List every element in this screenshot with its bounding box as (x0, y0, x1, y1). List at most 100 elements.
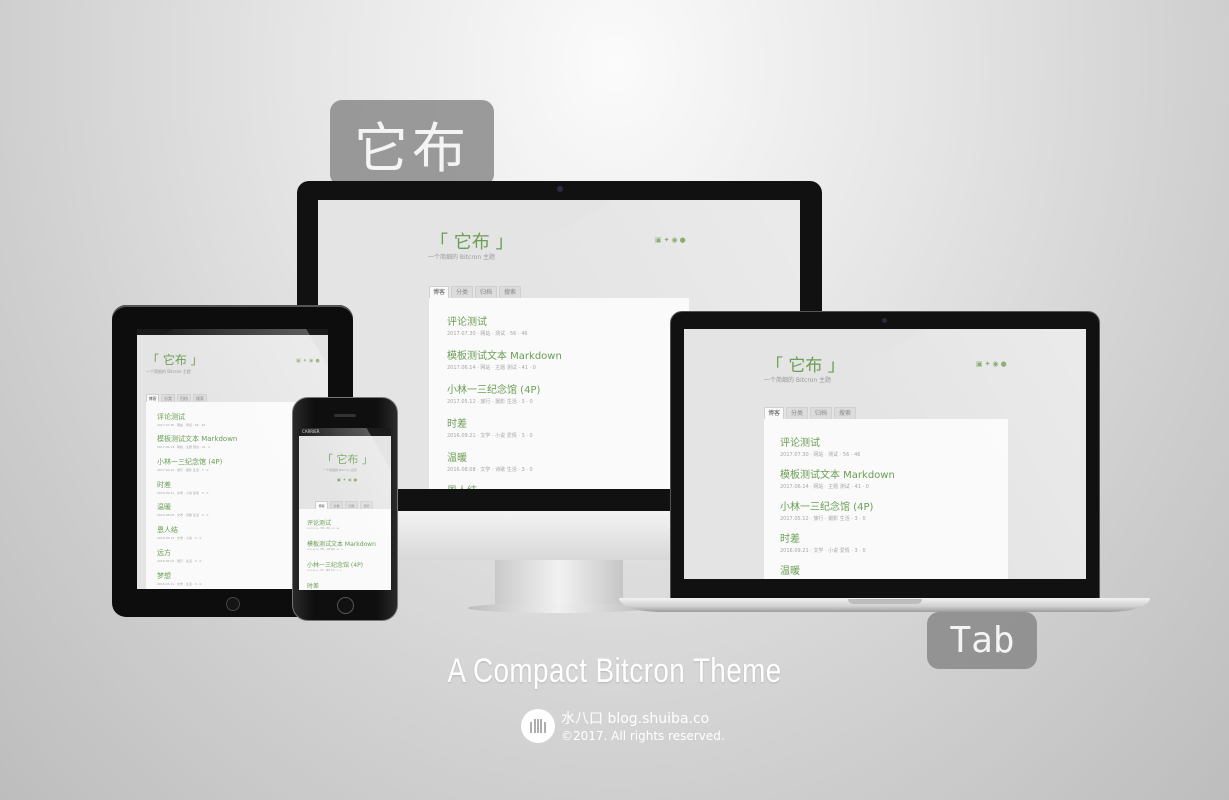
list-item[interactable]: 模板测试文本 Markdown 2017.06.14 · 网站 · 主题 测试 ·… (780, 466, 895, 490)
post-title[interactable]: 温暖 (157, 502, 208, 512)
github-icon[interactable]: ● (354, 477, 360, 482)
twitter-icon[interactable]: ✦ (664, 236, 672, 244)
weibo-icon[interactable]: ◉ (993, 360, 1001, 368)
social-links[interactable]: ▣✦◉● (976, 360, 1009, 368)
list-item[interactable]: 时差 2016.09.21 · 文学 · 小说 爱情 · 3 · 0 (447, 415, 533, 439)
tab-search[interactable]: 搜索 (499, 286, 521, 298)
post-title[interactable]: 小林一三纪念馆 (4P) (157, 457, 222, 467)
list-item[interactable]: 远方 2016.05.02 · 旅行 · 生活 · 3 · 0 (157, 548, 201, 563)
tab-blog[interactable]: 博客 (429, 286, 449, 298)
list-item[interactable]: 评论测试 2017.07.30 · 网站 · 测试 · 56 · 46 (447, 313, 527, 337)
post-title[interactable]: 模板测试文本 Markdown (447, 347, 562, 362)
github-icon[interactable]: ● (1001, 360, 1009, 368)
instagram-icon[interactable]: ▣ (296, 358, 303, 364)
tab-blog[interactable]: 博客 (764, 407, 784, 419)
list-item[interactable]: 评论测试 2017.07.30 · 网站 · 测试 · 56 · 46 (307, 518, 339, 530)
site-title[interactable]: 「 它布 」 (766, 351, 845, 376)
post-list: 评论测试 2017.07.30 · 网站 · 测试 · 56 · 46 模板测试文… (764, 419, 1008, 579)
post-title[interactable]: 恩人结 (157, 525, 201, 535)
tab-search[interactable]: 搜索 (193, 394, 207, 402)
post-meta: 2016.08.08 · 文学 · 诗歌 生活 · 3 · 0 (157, 513, 209, 517)
ipad-status-bar (137, 329, 328, 335)
post-title[interactable]: 评论测试 (447, 313, 527, 328)
tab-archive[interactable]: 归档 (345, 501, 358, 509)
list-item[interactable]: 梦想 2016.03.11 · 文学 · 生活 · 3 · 0 (157, 571, 201, 586)
list-item[interactable]: 恩人结 (447, 482, 477, 489)
twitter-icon[interactable]: ✦ (985, 360, 993, 368)
tab-blog[interactable]: 博客 (315, 501, 328, 509)
post-meta: 2017.05.12 · 旅行 · 摄影 生活 · 3 · 0 (307, 570, 342, 572)
tab-blog[interactable]: 博客 (146, 394, 159, 402)
post-list: 评论测试 2017.07.30 · 网站 · 测试 · 56 · 46 模板测试文… (299, 509, 391, 590)
imac-stand-base (468, 603, 648, 613)
site-title[interactable]: 「 它布 」 (430, 228, 513, 254)
post-title[interactable]: 评论测试 (307, 518, 339, 527)
list-item[interactable]: 温暖2016.08.08 · 文学 · 诗歌 生活 · 3 · 0 (447, 449, 533, 473)
list-item[interactable]: 模板测试文本 Markdown 2017.06.14 · 网站 · 主题 测试 ·… (157, 434, 237, 449)
list-item[interactable]: 评论测试 2017.07.30 · 网站 · 测试 · 56 · 46 (157, 412, 205, 427)
post-title[interactable]: 恩人结 (447, 482, 477, 489)
list-item[interactable]: 小林一三纪念馆 (4P) 2017.05.12 · 旅行 · 摄影 生活 · 3 … (447, 381, 540, 405)
post-title[interactable]: 模板测试文本 Markdown (780, 466, 895, 481)
instagram-icon[interactable]: ▣ (976, 360, 985, 368)
list-item[interactable]: 温暖2016.08.08 · 文学 · 诗歌 生活 · 3 · 0 (157, 502, 208, 517)
nav-tabs: 博客 分类 归档 搜索 (429, 286, 523, 298)
post-title[interactable]: 温暖 (447, 449, 533, 464)
list-item[interactable]: 小林一三纪念馆 (4P) 2017.05.12 · 旅行 · 摄影 生活 · 3 … (307, 560, 363, 572)
post-title[interactable]: 时差 (780, 530, 866, 545)
social-links[interactable]: ▣✦◉● (296, 358, 322, 364)
list-item[interactable]: 评论测试 2017.07.30 · 网站 · 测试 · 56 · 46 (780, 434, 860, 458)
social-links[interactable]: ▣✦◉● (655, 236, 688, 244)
post-title[interactable]: 梦想 (157, 571, 201, 581)
post-title[interactable]: 时差 (447, 415, 533, 430)
list-item[interactable]: 小林一三纪念馆 (4P) 2017.05.12 · 旅行 · 摄影 生活 · 3 … (780, 498, 873, 522)
nav-tabs: 博客 分类 归档 搜索 (146, 394, 209, 402)
site-subtitle: 一个简细的 Bitcron 主题 (428, 254, 496, 261)
logo-mark-icon (530, 719, 546, 733)
tab-search[interactable]: 搜索 (360, 501, 373, 509)
camera-icon (882, 318, 887, 323)
list-item[interactable]: 模板测试文本 Markdown 2017.06.14 · 网站 · 主题 测试 ·… (447, 347, 562, 371)
list-item[interactable]: 时差 2016.09.21 · 文学 · 小说 爱情 · 3 · 0 (157, 480, 208, 495)
tab-archive[interactable]: 归档 (810, 407, 832, 419)
site-title[interactable]: 「 它布 」 (322, 451, 373, 467)
ipad-home-button[interactable] (226, 597, 240, 611)
post-title[interactable]: 远方 (157, 548, 201, 558)
list-item[interactable]: 小林一三纪念馆 (4P) 2017.05.12 · 旅行 · 摄影 生活 · 3 … (157, 457, 222, 472)
tab-categories[interactable]: 分类 (451, 286, 473, 298)
list-item[interactable]: 时差 2016.09.21 · 文学 · 小说 爱情 · 3 · 0 (780, 530, 866, 554)
post-title[interactable]: 模板测试文本 Markdown (307, 539, 376, 548)
post-title[interactable]: 小林一三纪念馆 (4P) (447, 381, 540, 396)
tab-categories[interactable]: 分类 (161, 394, 175, 402)
footer-brand[interactable]: 水八口 blog.shuiba.co (561, 708, 709, 728)
tab-search[interactable]: 搜索 (834, 407, 856, 419)
iphone-home-button[interactable] (337, 597, 354, 614)
post-title[interactable]: 评论测试 (780, 434, 860, 449)
list-item[interactable]: 时差 (307, 581, 319, 590)
tab-archive[interactable]: 归档 (177, 394, 191, 402)
weibo-icon[interactable]: ◉ (672, 236, 680, 244)
list-item[interactable]: 温暖2016.08.08 · 文学 · 诗歌 生活 · 3 · 0 (780, 562, 866, 579)
list-item[interactable]: 模板测试文本 Markdown 2017.06.14 · 网站 · 主题 测试 ·… (307, 539, 376, 551)
social-links[interactable]: ▣✦◉● (337, 477, 359, 482)
github-icon[interactable]: ● (315, 358, 321, 364)
post-title[interactable]: 小林一三纪念馆 (4P) (780, 498, 873, 513)
post-title[interactable]: 时差 (307, 581, 319, 590)
macbook-screen: 「 它布 」 一个简细的 Bitcron 主题 ▣✦◉● 博客 分类 归档 搜索… (684, 329, 1086, 579)
post-title[interactable]: 时差 (157, 480, 208, 490)
post-title[interactable]: 评论测试 (157, 412, 205, 422)
shuiba-logo-icon (521, 709, 555, 743)
post-title[interactable]: 小林一三纪念馆 (4P) (307, 560, 363, 569)
github-icon[interactable]: ● (680, 236, 688, 244)
site-title[interactable]: 「 它布 」 (147, 351, 203, 368)
tab-categories[interactable]: 分类 (330, 501, 343, 509)
list-item[interactable]: 恩人结 2016.06.14 · 文学 · 小说 · 3 · 0 (157, 525, 201, 540)
post-title[interactable]: 模板测试文本 Markdown (157, 434, 237, 444)
tab-categories[interactable]: 分类 (786, 407, 808, 419)
iphone-screen: CARRIER 「 它布 」 一个简细的 Bitcron 主题 ▣✦◉● 博客 … (299, 428, 391, 590)
post-title[interactable]: 温暖 (780, 562, 866, 577)
site-subtitle: 一个简细的 Bitcron 主题 (146, 369, 191, 374)
instagram-icon[interactable]: ▣ (655, 236, 664, 244)
tab-archive[interactable]: 归档 (475, 286, 497, 298)
post-meta: 2017.07.30 · 网站 · 测试 · 56 · 46 (307, 528, 340, 530)
